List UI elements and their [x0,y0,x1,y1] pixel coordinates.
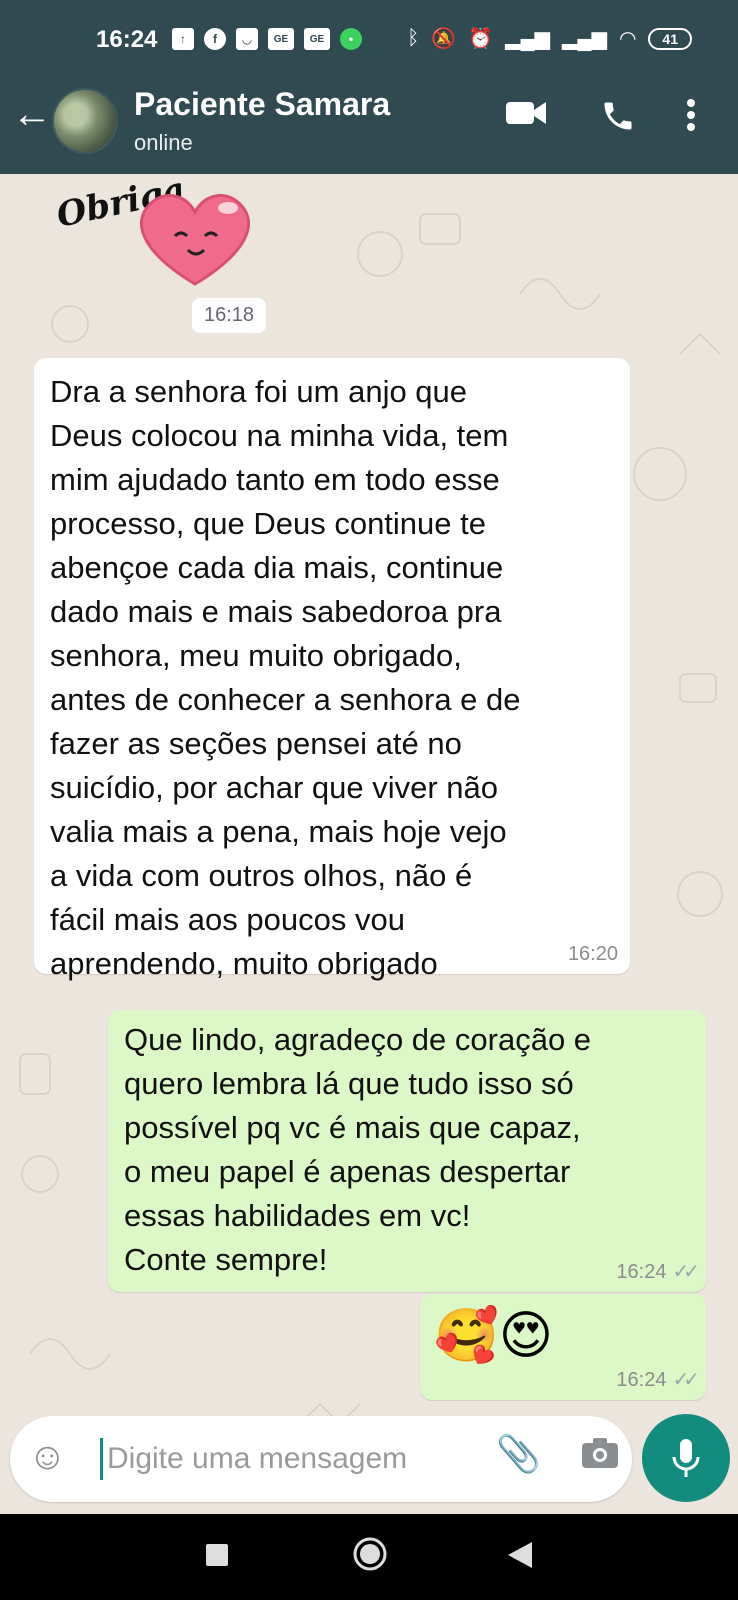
chat-area[interactable]: Obriga 16:18 Dra a senhora foi um anjo q… [0,174,738,1514]
status-bar: 16:24 ↑ f ◡ GE GE • ᛒ 🔕 ⏰ ▂▄▆ ▂▄▆ ◠ 41 [0,0,738,68]
system-icons: ᛒ 🔕 ⏰ ▂▄▆ ▂▄▆ ◠ 41 [407,26,692,51]
notification-icons: ↑ f ◡ GE GE • [172,28,362,50]
emoji-icon[interactable]: ☺ [28,1438,67,1476]
ge-icon: GE [304,28,330,50]
camera-icon[interactable] [580,1436,620,1476]
sticker-time: 16:18 [192,298,267,333]
signal-icon: ▂▄▆ [505,28,551,50]
alarm-icon: ⏰ [468,28,494,50]
heart-sticker[interactable]: Obriga [50,174,280,294]
contact-name[interactable]: Paciente Samara [134,86,390,123]
attach-icon[interactable]: 📎 [496,1436,541,1472]
message-time: 16:20 [567,943,618,965]
facebook-icon: f [204,28,226,50]
message-meta: 16:24 ✓✓ [616,1367,699,1392]
message-time: 16:24 [616,1369,667,1391]
outgoing-message[interactable]: Que lindo, agradeço de coração e quero l… [108,1010,706,1292]
upload-icon: ↑ [172,28,194,50]
status-time: 16:24 [96,26,158,53]
app-icon: ◡ [236,28,258,50]
navigation-bar [0,1514,738,1600]
avatar[interactable] [52,88,118,154]
back-arrow-icon[interactable]: ← [12,94,52,134]
mic-button[interactable] [642,1414,730,1502]
more-options-icon[interactable] [686,98,696,138]
home-icon[interactable] [352,1536,388,1577]
double-check-icon: ✓✓ [672,1369,699,1391]
outgoing-emoji-message[interactable]: 🥰😍 16:24 ✓✓ [420,1294,706,1400]
incoming-message[interactable]: Dra a senhora foi um anjo que Deus coloc… [34,358,630,981]
battery-indicator: 41 [648,27,692,50]
chat-header: ← Paciente Samara online [0,68,738,174]
recents-icon[interactable] [206,1544,228,1571]
message-text: Dra a senhora foi um anjo que Deus coloc… [50,374,521,981]
back-icon[interactable] [508,1542,532,1573]
ge-icon: GE [268,28,294,50]
voice-call-icon[interactable] [600,98,636,140]
double-check-icon: ✓✓ [672,1261,699,1283]
signal-icon: ▂▄▆ [562,28,607,50]
message-text: Que lindo, agradeço de coração e quero l… [124,1022,592,1277]
mute-icon: 🔕 [431,28,457,50]
message-time: 16:24 [616,1261,667,1283]
message-composer: ☺ 📎 [10,1416,632,1502]
wifi-icon: ◠ [618,28,637,50]
emoji-text: 🥰😍 [434,1307,553,1365]
message-meta: 16:24 ✓✓ [616,1259,699,1284]
mic-icon [672,1439,700,1477]
contact-status: online [134,130,193,155]
bluetooth-icon: ᛒ [407,27,420,49]
chat-icon: • [340,28,362,50]
message-input[interactable] [100,1438,470,1480]
video-call-icon[interactable] [506,98,546,134]
